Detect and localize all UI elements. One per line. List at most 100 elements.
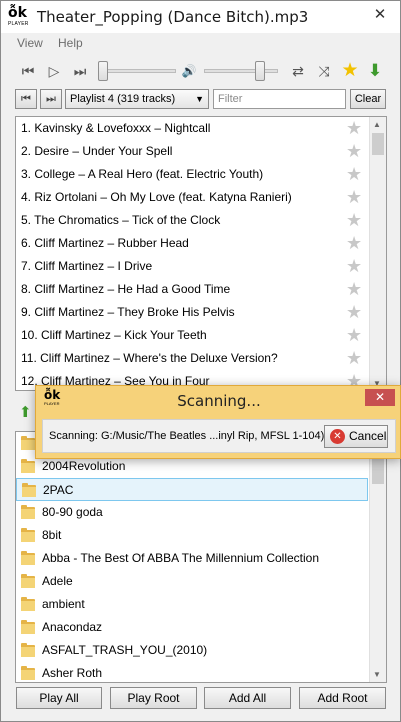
folder-icon [22,483,36,497]
folder-row[interactable]: 2PAC [16,478,368,501]
track-row[interactable]: 8. Cliff Martinez – He Had a Good Time ★ [16,278,368,301]
volume-slider-thumb[interactable] [255,61,266,81]
folder-icon [21,528,35,542]
folder-icon [21,459,35,473]
folder-up-icon[interactable]: ⬆ [19,403,32,421]
rating-star-icon[interactable]: ★ [346,325,362,346]
play-all-button[interactable]: Play All [16,687,102,709]
track-list-scrollbar[interactable]: ▲ ▼ [369,117,386,390]
close-window-button[interactable]: ✕ [369,5,391,25]
folder-row[interactable]: Asher Roth [16,662,368,682]
track-row[interactable]: 5. The Chromatics – Tick of the Clock ★ [16,209,368,232]
rating-star-icon[interactable]: ★ [346,164,362,185]
playlist-select-value: Playlist 4 (319 tracks) [70,93,176,105]
play-root-button[interactable]: Play Root [110,687,197,709]
track-title: 9. Cliff Martinez – They Broke His Pelvi… [21,305,235,319]
player-toolbar: ⏮ ▷ ⏭ 🔊 ⇄ ⤨ ★ ⬇ [1,57,400,87]
folder-name: Adele [42,574,73,588]
play-icon[interactable]: ▷ [43,61,65,81]
folder-icon [21,551,35,565]
folder-list-scrollbar[interactable]: ▼ [369,432,386,682]
player-window: ỗk PLAYER Theater_Popping (Dance Bitch).… [0,0,401,722]
playlist-next-button[interactable]: ⏭ [40,89,62,109]
track-title: 3. College – A Real Hero (feat. Electric… [21,167,264,181]
folder-icon [21,505,35,519]
folder-name: 8bit [42,528,62,542]
repeat-icon[interactable]: ⇄ [288,61,308,81]
app-logo-icon: ỗk PLAYER [8,5,30,27]
track-row[interactable]: 7. Cliff Martinez – I Drive ★ [16,255,368,278]
folder-row[interactable]: ambient [16,593,368,616]
folder-name: Anacondaz [42,620,103,634]
next-track-icon[interactable]: ⏭ [69,61,91,81]
scroll-down-arrow-icon[interactable]: ▼ [373,670,381,679]
track-list[interactable]: ▲ ▼ 1. Kavinsky & Lovefoxxx – Nightcall ★… [15,116,387,391]
scroll-up-arrow-icon[interactable]: ▲ [373,120,381,129]
track-row[interactable]: 6. Cliff Martinez – Rubber Head ★ [16,232,368,255]
folder-name: ASFALT_TRASH_YOU_(2010) [42,643,208,657]
rating-star-icon[interactable]: ★ [346,348,362,369]
menu-help[interactable]: Help [58,36,83,50]
folder-name: ambient [42,597,85,611]
folder-row[interactable]: Adele [16,570,368,593]
folder-row[interactable]: 80-90 goda [16,501,368,524]
rating-star-icon[interactable]: ★ [346,279,362,300]
folder-name: 2PAC [43,483,74,497]
rating-star-icon[interactable]: ★ [346,118,362,139]
playlist-prev-button[interactable]: ⏮ [15,89,37,109]
dialog-title: Scanning... [177,392,261,410]
download-icon[interactable]: ⬇ [364,61,386,81]
track-title: 1. Kavinsky & Lovefoxxx – Nightcall [21,121,211,135]
folder-icon [21,666,35,680]
volume-slider[interactable] [204,69,278,73]
track-row[interactable]: 11. Cliff Martinez – Where's the Deluxe … [16,347,368,370]
track-row[interactable]: 4. Riz Ortolani – Oh My Love (feat. Katy… [16,186,368,209]
track-list-scroll-thumb[interactable] [372,133,384,155]
menu-view[interactable]: View [17,36,43,50]
favorite-star-icon[interactable]: ★ [339,61,361,81]
track-title: 11. Cliff Martinez – Where's the Deluxe … [21,351,278,365]
dialog-close-button[interactable]: ✕ [365,389,395,406]
rating-star-icon[interactable]: ★ [346,233,362,254]
rating-star-icon[interactable]: ★ [346,210,362,231]
add-all-button[interactable]: Add All [204,687,291,709]
track-row[interactable]: 9. Cliff Martinez – They Broke His Pelvi… [16,301,368,324]
previous-track-icon[interactable]: ⏮ [17,61,39,81]
folder-icon [21,643,35,657]
shuffle-icon[interactable]: ⤨ [314,61,334,81]
seek-slider-thumb[interactable] [98,61,108,81]
folder-name: 80-90 goda [42,505,103,519]
folder-row[interactable]: Abba - The Best Of ABBA The Millennium C… [16,547,368,570]
cancel-icon: ✕ [330,429,345,444]
clear-button[interactable]: Clear [350,89,386,109]
track-row[interactable]: 3. College – A Real Hero (feat. Electric… [16,163,368,186]
track-title: 7. Cliff Martinez – I Drive [21,259,153,273]
track-row[interactable]: 1. Kavinsky & Lovefoxxx – Nightcall ★ [16,117,368,140]
rating-star-icon[interactable]: ★ [346,187,362,208]
track-title: 5. The Chromatics – Tick of the Clock [21,213,221,227]
cancel-button[interactable]: ✕ Cancel [324,425,388,448]
folder-list[interactable]: ▼ ..2004Revolution2PAC80-90 goda8bitAbba… [15,431,387,683]
rating-star-icon[interactable]: ★ [346,141,362,162]
window-title: Theater_Popping (Dance Bitch).mp3 [37,8,309,26]
folder-name: 2004Revolution [42,459,126,473]
filter-input[interactable]: Filter [213,89,346,109]
track-title: 8. Cliff Martinez – He Had a Good Time [21,282,231,296]
track-row[interactable]: 10. Cliff Martinez – Kick Your Teeth ★ [16,324,368,347]
folder-row[interactable]: Anacondaz [16,616,368,639]
track-row[interactable]: 2. Desire – Under Your Spell ★ [16,140,368,163]
volume-icon[interactable]: 🔊 [178,61,200,81]
playlist-select[interactable]: Playlist 4 (319 tracks) ▼ [65,89,209,109]
seek-slider[interactable] [98,69,176,73]
app-logo-glyph: ỗk [8,5,27,21]
folder-row[interactable]: 8bit [16,524,368,547]
rating-star-icon[interactable]: ★ [346,256,362,277]
title-bar[interactable]: ỗk PLAYER Theater_Popping (Dance Bitch).… [1,1,400,33]
rating-star-icon[interactable]: ★ [346,302,362,323]
scanning-dialog[interactable]: ỗk PLAYER Scanning... ✕ Scanning: G:/Mus… [35,385,401,459]
app-logo-subtitle: PLAYER [8,21,29,27]
dialog-body: Scanning: G:/Music/The Beatles ...inyl R… [42,419,396,453]
folder-row[interactable]: ASFALT_TRASH_YOU_(2010) [16,639,368,662]
menu-bar: View Help [1,33,400,53]
add-root-button[interactable]: Add Root [299,687,386,709]
